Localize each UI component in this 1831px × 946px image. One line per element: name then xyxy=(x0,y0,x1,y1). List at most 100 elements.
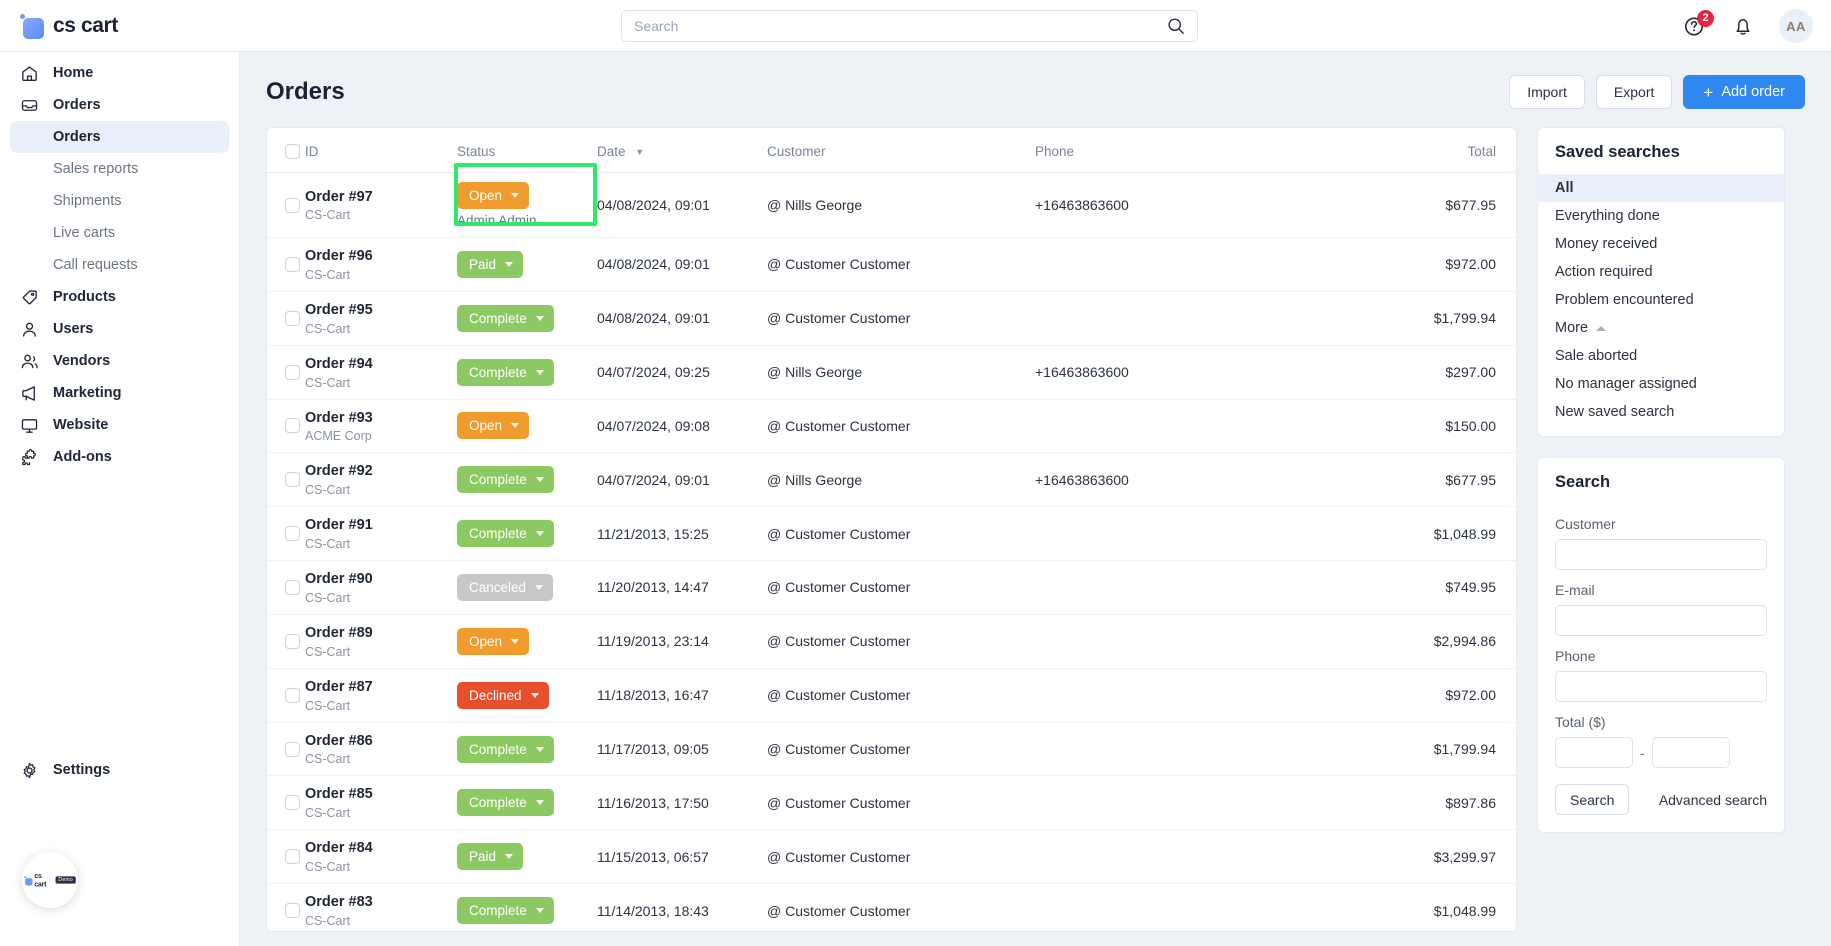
order-id-cell[interactable]: Order #94 CS-Cart xyxy=(305,345,457,400)
order-status-cell[interactable]: Complete xyxy=(457,775,597,831)
order-status-cell[interactable]: Open Admin Admin xyxy=(454,163,597,238)
select-all-header[interactable] xyxy=(267,128,305,173)
order-id-cell[interactable]: Order #85 CS-Cart xyxy=(305,775,457,831)
search-input[interactable] xyxy=(634,18,1167,34)
table-row[interactable]: Order #89 CS-Cart Open 11/19/2013, 23:14 @ C… xyxy=(267,614,1516,669)
sidebar-item-home[interactable]: Home xyxy=(10,57,229,89)
chevron-down-icon[interactable] xyxy=(535,477,544,483)
table-row[interactable]: Order #97 CS-Cart Open Admin Admin 04/08/202… xyxy=(267,163,1516,238)
saved-search-item[interactable]: Money received xyxy=(1538,230,1784,258)
sidebar-item-users[interactable]: Users xyxy=(10,313,229,345)
order-status-cell[interactable]: Open xyxy=(457,399,597,454)
table-row[interactable]: Order #94 CS-Cart Complete 04/07/2024, 09:2… xyxy=(267,345,1516,400)
row-checkbox[interactable] xyxy=(285,633,300,649)
order-customer[interactable]: @ Nills George xyxy=(767,345,1035,400)
order-status-cell[interactable]: Open xyxy=(457,614,597,669)
status-badge[interactable]: Open xyxy=(457,412,530,440)
phone-input[interactable] xyxy=(1555,671,1767,702)
help-icon[interactable]: 2 xyxy=(1683,10,1714,38)
row-select-cell[interactable] xyxy=(267,452,305,508)
row-checkbox[interactable] xyxy=(285,197,300,213)
order-status-cell[interactable]: Paid xyxy=(457,237,597,292)
order-customer[interactable]: @ Customer Customer xyxy=(767,399,1035,454)
chevron-down-icon[interactable] xyxy=(505,854,514,860)
row-select-cell[interactable] xyxy=(267,172,305,238)
order-status-cell[interactable]: Paid xyxy=(457,829,597,885)
add-order-button[interactable]: + Add order xyxy=(1683,75,1805,109)
row-select-cell[interactable] xyxy=(267,614,305,669)
column-header-customer[interactable]: Customer xyxy=(767,128,1035,173)
advanced-search-link[interactable]: Advanced search xyxy=(1659,792,1767,808)
select-all-checkbox[interactable] xyxy=(285,144,300,159)
order-id-cell[interactable]: Order #89 CS-Cart xyxy=(305,614,457,669)
column-header-phone[interactable]: Phone xyxy=(1035,128,1285,173)
order-customer[interactable]: @ Nills George xyxy=(767,452,1035,508)
order-status-cell[interactable]: Complete xyxy=(457,722,597,777)
status-badge[interactable]: Open xyxy=(457,182,530,209)
table-row[interactable]: Order #95 CS-Cart Complete 04/08/2024, 09:0… xyxy=(267,291,1516,346)
row-checkbox[interactable] xyxy=(285,849,300,865)
table-row[interactable]: Order #92 CS-Cart Complete 04/07/2024, 09:0… xyxy=(267,452,1516,508)
status-badge[interactable]: Canceled xyxy=(457,573,554,601)
search-submit-button[interactable]: Search xyxy=(1555,784,1630,815)
column-header-total[interactable]: Total xyxy=(1285,128,1516,173)
order-id-cell[interactable]: Order #95 CS-Cart xyxy=(305,291,457,346)
order-id-cell[interactable]: Order #84 CS-Cart xyxy=(305,829,457,885)
sidebar-item-live-carts[interactable]: Live carts xyxy=(10,217,229,249)
search-icon[interactable] xyxy=(1167,17,1185,35)
order-status-cell[interactable]: Complete xyxy=(457,506,597,562)
table-row[interactable]: Order #87 CS-Cart Declined 11/18/2013, 16:4… xyxy=(267,668,1516,723)
row-checkbox[interactable] xyxy=(285,741,300,757)
table-row[interactable]: Order #96 CS-Cart Paid 04/08/2024, 09:01 @ C… xyxy=(267,237,1516,292)
order-status-cell[interactable]: Canceled xyxy=(457,560,597,615)
chevron-down-icon[interactable] xyxy=(535,584,544,590)
email-input[interactable] xyxy=(1555,605,1767,636)
table-row[interactable]: Order #85 CS-Cart Complete 11/16/2013, 17:5… xyxy=(267,775,1516,831)
order-customer[interactable]: @ Customer Customer xyxy=(767,237,1035,292)
export-button[interactable]: Export xyxy=(1595,75,1673,109)
saved-search-item[interactable]: New saved search xyxy=(1538,398,1784,436)
order-customer[interactable]: @ Customer Customer xyxy=(767,722,1035,777)
chevron-down-icon[interactable] xyxy=(535,531,544,537)
status-badge[interactable]: Declined xyxy=(457,681,549,709)
column-header-date[interactable]: Date ▼ xyxy=(597,128,767,173)
row-checkbox[interactable] xyxy=(285,579,300,595)
status-badge[interactable]: Complete xyxy=(457,520,554,548)
status-badge[interactable]: Open xyxy=(457,627,530,655)
chevron-up-icon[interactable] xyxy=(1596,325,1607,331)
order-status-cell[interactable]: Declined xyxy=(457,668,597,723)
row-select-cell[interactable] xyxy=(267,237,305,292)
row-checkbox[interactable] xyxy=(285,795,300,811)
notifications-bell-icon[interactable] xyxy=(1731,14,1755,38)
chevron-down-icon[interactable] xyxy=(511,638,520,644)
row-select-cell[interactable] xyxy=(267,560,305,615)
table-row[interactable]: Order #83 CS-Cart Complete 11/14/2013, 18:4… xyxy=(267,884,1516,931)
column-header-id[interactable]: ID xyxy=(305,128,457,173)
row-checkbox[interactable] xyxy=(285,418,300,434)
sidebar-item-products[interactable]: Products xyxy=(10,281,229,313)
order-status-cell[interactable]: Complete xyxy=(457,884,597,931)
status-badge[interactable]: Complete xyxy=(457,789,554,817)
status-badge[interactable]: Complete xyxy=(457,358,554,386)
order-id-cell[interactable]: Order #92 CS-Cart xyxy=(305,452,457,508)
chevron-down-icon[interactable] xyxy=(511,193,520,198)
order-customer[interactable]: @ Customer Customer xyxy=(767,775,1035,831)
chevron-down-icon[interactable] xyxy=(530,692,539,698)
brand-logo[interactable]: cs cart xyxy=(0,13,240,39)
demo-store-widget[interactable]: cs cart Demo xyxy=(22,852,78,908)
sidebar-item-orders[interactable]: Orders xyxy=(10,89,229,121)
order-customer[interactable]: @ Customer Customer xyxy=(767,506,1035,562)
user-avatar[interactable]: AA xyxy=(1779,9,1813,43)
chevron-down-icon[interactable] xyxy=(511,423,520,429)
order-customer[interactable]: @ Customer Customer xyxy=(767,614,1035,669)
saved-search-item[interactable]: Sale aborted xyxy=(1538,342,1784,370)
order-status-cell[interactable]: Complete xyxy=(457,291,597,346)
total-to-input[interactable] xyxy=(1651,737,1730,768)
column-header-status[interactable]: Status xyxy=(457,128,597,173)
order-id-cell[interactable]: Order #86 CS-Cart xyxy=(305,722,457,777)
chevron-down-icon[interactable] xyxy=(505,261,514,267)
saved-search-item[interactable]: No manager assigned xyxy=(1538,370,1784,398)
chevron-down-icon[interactable] xyxy=(535,315,544,321)
row-select-cell[interactable] xyxy=(267,291,305,346)
sidebar-item-shipments[interactable]: Shipments xyxy=(10,185,229,217)
